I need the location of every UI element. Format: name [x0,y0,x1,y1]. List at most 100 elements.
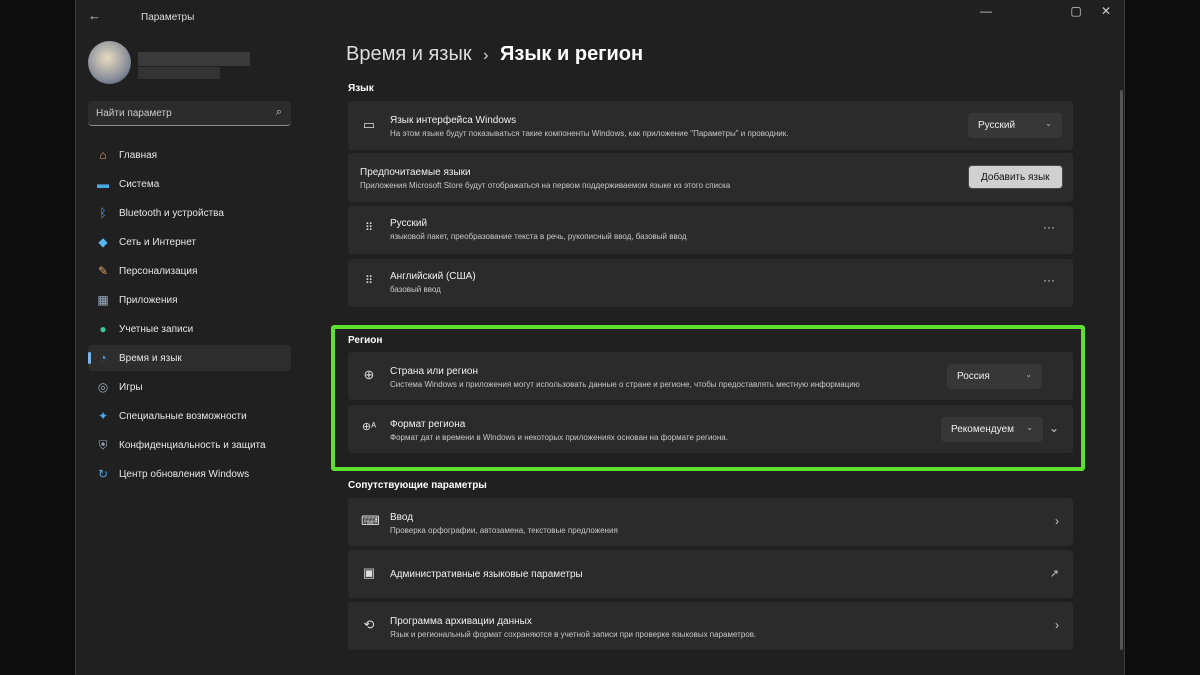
language-format-icon: ⊕ᴬ [361,421,377,433]
country-dropdown[interactable]: Россия ⌄ [947,364,1042,389]
sidebar-item-system[interactable]: ▬ Система [88,171,291,197]
user-email-redacted [138,67,220,79]
display-language-dropdown[interactable]: Русский ⌄ [968,113,1062,138]
breadcrumb-separator: › [483,47,489,64]
wifi-icon: ◆ [98,235,108,249]
external-link-icon: ↗ [1049,568,1059,580]
section-language: Язык [348,83,374,94]
search-icon: ⌕ [275,106,282,118]
sidebar-item-label: Приложения [119,294,178,306]
sidebar-item-apps[interactable]: ▦ Приложения [88,287,291,313]
drag-handle-icon[interactable]: ⠿ [361,221,377,234]
row-title: Язык интерфейса Windows [390,115,517,126]
language-item[interactable]: ⠿ Русский языковой пакет, преобразование… [348,206,1073,254]
row-desc: Приложения Microsoft Store будут отображ… [360,181,731,190]
row-desc: Проверка орфографии, автозамена, текстов… [390,526,618,535]
more-options-icon[interactable]: ··· [1043,220,1055,234]
row-title: Английский (США) [390,271,476,282]
sidebar-item-label: Система [119,178,160,190]
row-title: Программа архивации данных [390,616,532,627]
search-placeholder: Найти параметр [96,108,172,119]
sidebar-item-label: Игры [119,381,143,393]
section-region: Регион [348,335,383,346]
display-language-row: ▭ Язык интерфейса Windows На этом языке … [348,101,1073,150]
expand-chevron-icon[interactable]: ⌄ [1049,421,1059,435]
sidebar-item-label: Учетные записи [119,323,194,335]
row-title: Административные языковые параметры [390,569,583,580]
row-title: Формат региона [390,419,466,430]
dropdown-value: Русский [978,120,1016,131]
sidebar-item-gamepad[interactable]: ◎ Игры [88,374,291,400]
sidebar-item-user[interactable]: ● Учетные записи [88,316,291,342]
sidebar-item-label: Конфиденциальность и защита [119,439,266,451]
sidebar-item-globe-clock[interactable]: ◔ Время и язык [88,345,291,371]
chevron-down-icon: ⌄ [1026,423,1033,432]
related-admin-language-row[interactable]: ▣ Административные языковые параметры ↗ [348,550,1073,598]
accessibility-icon: ✦ [97,409,109,423]
dropdown-value: Рекомендуем [951,424,1014,435]
keyboard-icon: ⌨ [361,513,380,528]
maximize-button[interactable]: ▢ [1066,4,1086,18]
globe-icon: ⊕ [363,367,375,382]
system-icon: ▬ [97,177,109,191]
sidebar-item-wifi[interactable]: ◆ Сеть и Интернет [88,229,291,255]
bluetooth-icon: ᛒ [99,206,107,220]
drag-handle-icon[interactable]: ⠿ [361,274,377,287]
gamepad-icon: ◎ [97,380,109,394]
sidebar-item-home[interactable]: ⌂ Главная [88,142,291,168]
language-item[interactable]: ⠿ Английский (США) базовый ввод ··· [348,259,1073,307]
row-desc: На этом языке будут показываться такие к… [390,129,789,138]
region-format-dropdown[interactable]: Рекомендуем ⌄ [941,417,1043,442]
sidebar-item-brush[interactable]: ✎ Персонализация [88,258,291,284]
sync-backup-icon: ⟲ [363,617,375,632]
row-desc: Язык и региональный формат сохраняются в… [390,630,757,639]
sidebar-item-update[interactable]: ↻ Центр обновления Windows [88,461,291,487]
search-input[interactable]: Найти параметр ⌕ [88,101,291,126]
sidebar-item-label: Специальные возможности [119,410,247,422]
row-title: Страна или регион [390,366,479,377]
chevron-right-icon: › [1055,618,1059,632]
sidebar-item-label: Время и язык [119,352,182,364]
sidebar-item-label: Сеть и Интернет [119,236,197,248]
more-options-icon[interactable]: ··· [1043,273,1055,287]
chevron-down-icon: ⌄ [1045,119,1052,128]
breadcrumb-parent[interactable]: Время и язык [346,43,472,65]
sidebar-item-label: Центр обновления Windows [119,468,250,480]
add-language-button[interactable]: Добавить язык [968,165,1063,189]
sidebar-item-accessibility[interactable]: ✦ Специальные возможности [88,403,291,429]
row-desc: Система Windows и приложения могут испол… [390,380,860,389]
sidebar-item-shield[interactable]: ⛨ Конфиденциальность и защита [88,432,291,458]
region-format-row[interactable]: ⊕ᴬ Формат региона Формат дат и времени в… [348,405,1073,453]
row-title: Ввод [390,512,414,523]
user-name-redacted [138,52,250,66]
window-title: Параметры [141,12,195,23]
apps-icon: ▦ [97,293,109,307]
close-button[interactable]: ✕ [1096,4,1116,18]
settings-window: ← Параметры — ▢ ✕ Найти параметр ⌕ ⌂ Главн… [75,0,1125,675]
scrollbar[interactable] [1120,90,1123,650]
row-desc: языковой пакет, преобразование текста в … [390,232,687,241]
preferred-languages-row: Предпочитаемые языки Приложения Microsof… [348,153,1073,202]
avatar[interactable] [88,41,131,84]
related-typing-row[interactable]: ⌨ Ввод Проверка орфографии, автозамена, … [348,498,1073,546]
shield-icon: ⛨ [98,438,108,452]
page-title: Язык и регион [500,43,644,65]
globe-clock-icon: ◔ [99,351,107,365]
user-icon: ● [99,322,107,336]
back-button[interactable]: ← [88,8,101,23]
laptop-icon: ▭ [362,117,376,132]
breadcrumb: Время и язык › Язык и регион [346,43,643,66]
home-icon: ⌂ [99,148,107,162]
sidebar-item-bluetooth[interactable]: ᛒ Bluetooth и устройства [88,200,291,226]
dropdown-value: Россия [957,371,990,382]
section-related: Сопутствующие параметры [348,480,487,491]
row-desc: базовый ввод [390,285,441,294]
sidebar-item-label: Главная [119,149,158,161]
related-backup-row[interactable]: ⟲ Программа архивации данных Язык и реги… [348,602,1073,650]
row-desc: Формат дат и времени в Windows и некотор… [390,433,728,442]
row-title: Русский [390,218,428,229]
country-region-row: ⊕ Страна или регион Система Windows и пр… [348,352,1073,400]
sidebar-item-label: Персонализация [119,265,198,277]
chevron-down-icon: ⌄ [1025,370,1032,379]
minimize-button[interactable]: — [976,4,996,18]
